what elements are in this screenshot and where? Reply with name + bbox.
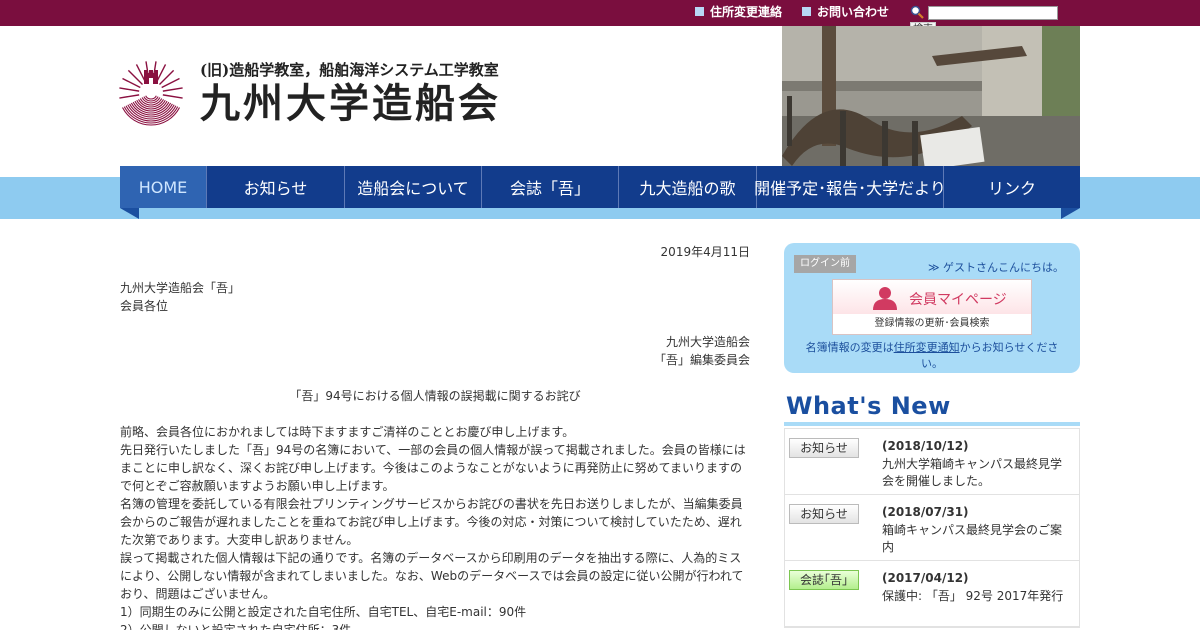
letter-date: 2019年4月11日 (660, 245, 750, 259)
login-status-badge: ログイン前 (794, 255, 856, 273)
contact-label: お問い合わせ (817, 5, 890, 19)
site-title[interactable]: 九州大学造船会 (200, 80, 501, 128)
nav-home[interactable]: HOME (120, 166, 207, 208)
news-item[interactable]: お知らせ (2018/07/31) 箱崎キャンパス最終見学会のご案内 (785, 495, 1079, 561)
news-category-badge: 会誌｢吾｣ (789, 570, 859, 590)
news-title[interactable]: 九州大学箱崎キャンパス最終見学会を開催しました。 (882, 456, 1072, 490)
letter-subject: 「吾」94号における個人情報の誤掲載に関するお詫び (289, 389, 581, 403)
main-nav: HOME お知らせ 造船会について 会誌「吾」 九大造船の歌 開催予定･報告･大… (120, 166, 1080, 208)
letter-paragraph: 誤って掲載された個人情報は下記の通りです。名簿のデータベースから印刷用のデータを… (120, 551, 744, 601)
nav-song[interactable]: 九大造船の歌 (619, 166, 757, 208)
news-list: お知らせ (2018/10/12) 九州大学箱崎キャンパス最終見学会を開催しまし… (784, 428, 1080, 628)
letter-recipient-members: 会員各位 (120, 299, 169, 313)
header-anchor-photo (782, 26, 1080, 166)
news-date: (2018/10/12) (882, 439, 969, 453)
main-content: 2019年4月11日 九州大学造船会「吾」 会員各位 九州大学造船会 「吾」編集… (120, 243, 750, 630)
letter-paragraph: 先日発行いたしました「吾」94号の名簿において、一部の会員の個人情報が誤って掲載… (120, 443, 746, 493)
news-category-badge: お知らせ (789, 438, 859, 458)
letter-recipient: 九州大学造船会「吾」 (120, 281, 241, 295)
search-input[interactable] (928, 6, 1058, 20)
letter-list-item: 1）同期生のみに公開と設定された自宅住所、自宅TEL、自宅E-mail：90件 (120, 605, 527, 619)
nav-news[interactable]: お知らせ (207, 166, 345, 208)
square-bullet-icon (695, 7, 704, 16)
news-category-badge: お知らせ (789, 504, 859, 524)
letter-paragraph: 前略、会員各位におかれましては時下ますますご清祥のこととお慶び申し上げます。 (120, 425, 575, 439)
nav-journal[interactable]: 会誌「吾」 (482, 166, 619, 208)
nav-events[interactable]: 開催予定･報告･大学だより (754, 166, 946, 208)
nav-links[interactable]: リンク (944, 166, 1080, 208)
site-subtitle: (旧)造船学教室，船舶海洋システム工学教室 (200, 61, 499, 79)
nav-fold-left (120, 208, 139, 219)
logo-emblem-icon (119, 61, 183, 126)
letter-sender-committee: 「吾」編集委員会 (653, 353, 750, 367)
search-icon (910, 5, 924, 19)
guest-greeting: ≫ ゲストさんこんにちは。 (927, 261, 1064, 274)
letter-paragraph: 名簿の管理を委託している有限会社プリンティングサービスからお詫びの書状を先日お送… (120, 497, 743, 547)
notice-text: 名簿情報の変更は (805, 341, 894, 354)
mypage-label: 会員マイページ (909, 292, 1007, 308)
news-date: (2018/07/31) (882, 505, 969, 519)
nav-fold-right (1061, 208, 1080, 219)
whats-new-underline (784, 422, 1080, 426)
whats-new-heading: What's New (786, 392, 951, 420)
address-change-link[interactable]: 住所変更連絡 (695, 4, 782, 20)
news-title[interactable]: 保護中: 「吾」 92号 2017年発行 (882, 588, 1072, 605)
login-box: ログイン前 ≫ ゲストさんこんにちは。 会員マイページ 登録情報の更新･会員検索… (784, 243, 1080, 373)
address-change-notice-link[interactable]: 住所変更通知 (894, 341, 960, 354)
letter-sender: 九州大学造船会 (665, 335, 750, 349)
news-item[interactable]: 会誌｢吾｣ (2017/04/12) 保護中: 「吾」 92号 2017年発行 (785, 561, 1079, 627)
nav-about[interactable]: 造船会について (345, 166, 482, 208)
news-date: (2017/04/12) (882, 571, 969, 585)
news-title[interactable]: 箱崎キャンパス最終見学会のご案内 (882, 522, 1072, 556)
address-change-notice: 名簿情報の変更は住所変更通知からお知らせください。 (796, 340, 1068, 372)
news-item[interactable]: お知らせ (2018/10/12) 九州大学箱崎キャンパス最終見学会を開催しまし… (785, 429, 1079, 495)
address-change-label: 住所変更連絡 (710, 5, 783, 19)
letter-list-item: 2）公開しないと設定された自宅住所：3件 (120, 623, 352, 630)
member-mypage-button[interactable]: 会員マイページ 登録情報の更新･会員検索 (832, 279, 1032, 335)
contact-link[interactable]: お問い合わせ (802, 4, 889, 20)
mypage-sublabel: 登録情報の更新･会員検索 (874, 318, 990, 329)
person-icon (873, 287, 897, 310)
square-bullet-icon (802, 7, 811, 16)
